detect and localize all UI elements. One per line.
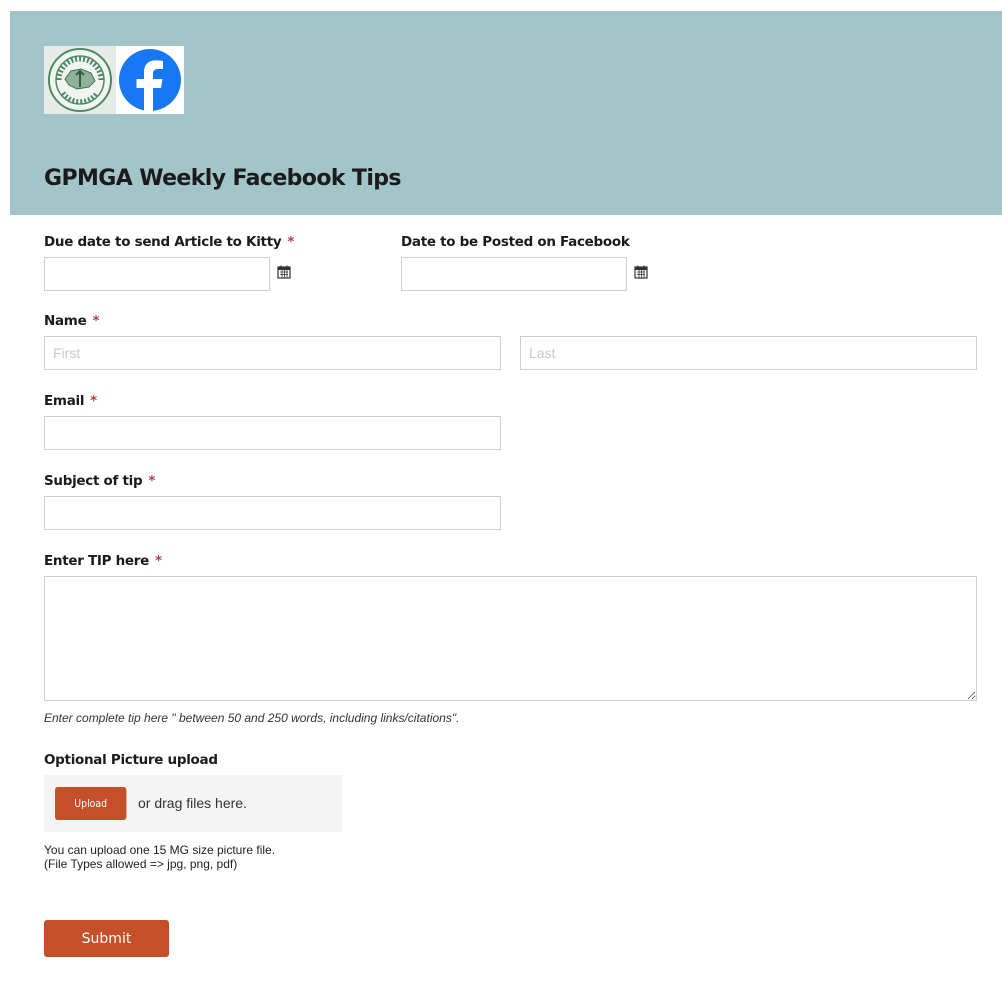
upload-note-line-1: You can upload one 15 MG size picture fi… [44,843,276,857]
upload-button[interactable]: Upload [55,787,127,820]
calendar-icon[interactable] [634,265,648,279]
required-mark: * [92,313,100,329]
tip-label-text: Enter TIP here [44,553,150,569]
tip-help-text: Enter complete tip here " between 50 and… [44,711,460,725]
tip-textarea[interactable] [44,576,977,701]
calendar-icon[interactable] [277,265,291,279]
post-date-input[interactable] [401,257,627,291]
last-name-input[interactable] [520,336,977,370]
submit-button[interactable]: Submit [44,920,169,957]
due-date-label: Due date to send Article to Kitty * [44,234,294,250]
email-label: Email * [44,393,97,409]
required-mark: * [287,234,295,250]
post-date-label-text: Date to be Posted on Facebook [401,234,630,250]
required-mark: * [90,393,97,409]
master-gardener-seal-icon [44,46,116,114]
tip-label: Enter TIP here * [44,553,162,569]
post-date-label: Date to be Posted on Facebook [401,234,630,250]
facebook-icon [116,46,184,114]
subject-label-text: Subject of tip [44,473,143,489]
required-mark: * [148,473,156,489]
due-date-label-text: Due date to send Article to Kitty [44,234,282,250]
file-dropzone[interactable]: Upload or drag files here. [44,775,342,832]
picture-label: Optional Picture upload [44,752,218,768]
due-date-input[interactable] [44,257,270,291]
upload-note-line-2: (File Types allowed => jpg, png, pdf) [44,857,238,871]
name-label-text: Name [44,313,87,329]
subject-input[interactable] [44,496,501,530]
name-label: Name * [44,313,99,329]
subject-label: Subject of tip * [44,473,155,489]
email-input[interactable] [44,416,501,450]
form-title: GPMGA Weekly Facebook Tips [44,166,402,191]
drag-files-text: or drag files here. [138,795,247,811]
required-mark: * [155,553,162,569]
form-header: GPMGA Weekly Facebook Tips [10,11,1002,215]
first-name-input[interactable] [44,336,501,370]
email-label-text: Email [44,393,85,409]
header-logos [44,46,184,114]
picture-label-text: Optional Picture upload [44,752,218,768]
